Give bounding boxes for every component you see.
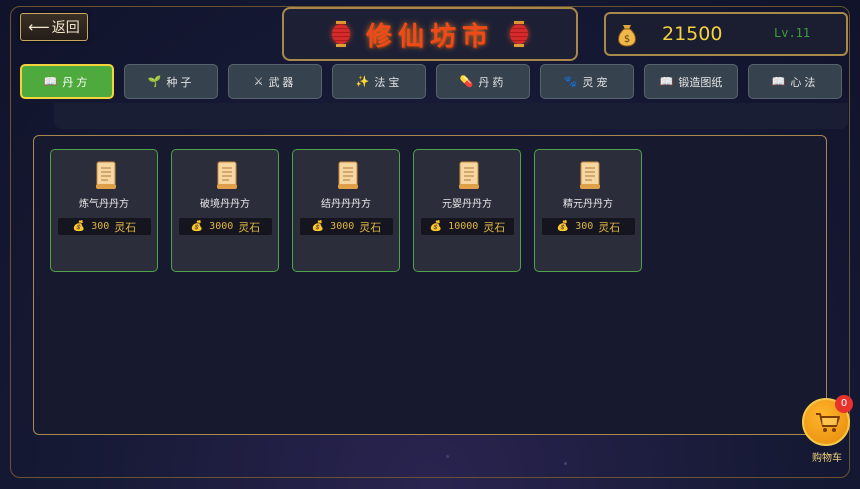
currency-amount: 21500 [662, 23, 723, 45]
tab-artifacts[interactable]: ✨ 法宝 [332, 64, 426, 99]
tab-label: 武器 [268, 75, 297, 89]
item-price: 3000 [330, 221, 355, 232]
item-card[interactable]: 精元丹丹方 💰 300 灵石 [534, 149, 642, 272]
paw-icon: 🐾 [563, 75, 578, 88]
currency-panel: $ 21500 Lv.11 [604, 12, 848, 56]
price-tag: 💰 3000 灵石 [179, 218, 272, 235]
tab-label: 丹药 [478, 75, 507, 89]
scroll-icon [217, 161, 237, 189]
tab-label: 灵宠 [582, 75, 611, 89]
cart-count-badge: 0 [835, 395, 853, 413]
currency-label: 灵石 [598, 220, 621, 234]
book-icon: 📖 [771, 75, 786, 88]
item-price: 3000 [209, 221, 234, 232]
money-bag-icon: 💰 [311, 221, 325, 232]
item-name: 精元丹丹方 [563, 199, 613, 210]
item-name: 破境丹丹方 [200, 199, 250, 210]
scroll-icon [580, 161, 600, 189]
tab-recipes[interactable]: 📖 丹方 [20, 64, 114, 99]
title-banner: 修仙坊市 [282, 7, 578, 61]
swords-icon: ⚔ [253, 75, 264, 88]
tab-label: 心法 [790, 75, 819, 89]
currency-label: 灵石 [238, 220, 261, 234]
tab-forging-blueprints[interactable]: 📖 锻造图纸 [644, 64, 738, 99]
category-tabs: 📖 丹方 🌱 种子 ⚔ 武器 ✨ 法宝 💊 丹药 🐾 灵宠 📖 锻造图纸 📖 心法 [20, 64, 846, 100]
scroll-icon [338, 161, 358, 189]
item-card[interactable]: 炼气丹丹方 💰 300 灵石 [50, 149, 158, 272]
book-icon: 📖 [659, 75, 674, 88]
money-bag-icon: 💰 [429, 221, 443, 232]
tab-label: 种子 [166, 75, 195, 89]
book-icon: 📖 [43, 75, 58, 88]
item-name: 元婴丹丹方 [442, 199, 492, 210]
currency-label: 灵石 [483, 220, 506, 234]
item-card[interactable]: 破境丹丹方 💰 3000 灵石 [171, 149, 279, 272]
tab-subbar [54, 103, 848, 129]
price-tag: 💰 3000 灵石 [300, 218, 393, 235]
sparkles-icon: ✨ [355, 75, 370, 88]
money-bag-icon: 💰 [556, 221, 570, 232]
currency-label: 灵石 [359, 220, 382, 234]
shopping-cart-icon [816, 413, 840, 432]
background-star [564, 462, 567, 465]
cart-label: 购物车 [812, 453, 842, 464]
price-tag: 💰 10000 灵石 [421, 218, 514, 235]
money-bag-icon: $ [618, 25, 636, 47]
tab-weapons[interactable]: ⚔ 武器 [228, 64, 322, 99]
price-tag: 💰 300 灵石 [542, 218, 635, 235]
scroll-icon [459, 161, 479, 189]
currency-label: 灵石 [114, 220, 137, 234]
back-button[interactable]: ⟵ 返回 [20, 13, 88, 41]
sprout-icon: 🌱 [147, 75, 162, 88]
item-price: 300 [575, 221, 594, 232]
arrow-left-icon: ⟵ [28, 18, 50, 36]
item-price: 10000 [448, 221, 479, 232]
money-bag-icon: 💰 [72, 221, 86, 232]
item-card[interactable]: 元婴丹丹方 💰 10000 灵石 [413, 149, 521, 272]
tab-label: 丹方 [62, 75, 91, 89]
lantern-icon [331, 21, 350, 47]
scroll-icon [96, 161, 116, 189]
tab-label: 法宝 [374, 75, 403, 89]
market-screen: ⟵ 返回 修仙坊市 $ 21500 Lv.11 📖 丹方 🌱 种子 ⚔ 武器 ✨ 法宝 💊… [0, 0, 860, 489]
back-label: 返回 [51, 20, 80, 36]
pill-icon: 💊 [459, 75, 474, 88]
player-level: Lv.11 [774, 26, 811, 40]
item-name: 结丹丹丹方 [321, 199, 371, 210]
tab-pets[interactable]: 🐾 灵宠 [540, 64, 634, 99]
item-price: 300 [91, 221, 110, 232]
lantern-icon [510, 21, 528, 47]
money-bag-icon: 💰 [190, 221, 204, 232]
page-title: 修仙坊市 [365, 21, 494, 52]
item-card[interactable]: 结丹丹丹方 💰 3000 灵石 [292, 149, 400, 272]
svg-text:$: $ [624, 34, 630, 45]
tab-techniques[interactable]: 📖 心法 [748, 64, 842, 99]
item-name: 炼气丹丹方 [79, 199, 129, 210]
tab-label: 锻造图纸 [678, 75, 723, 89]
background-star [446, 455, 449, 458]
price-tag: 💰 300 灵石 [58, 218, 151, 235]
tab-seeds[interactable]: 🌱 种子 [124, 64, 218, 99]
tab-pills[interactable]: 💊 丹药 [436, 64, 530, 99]
